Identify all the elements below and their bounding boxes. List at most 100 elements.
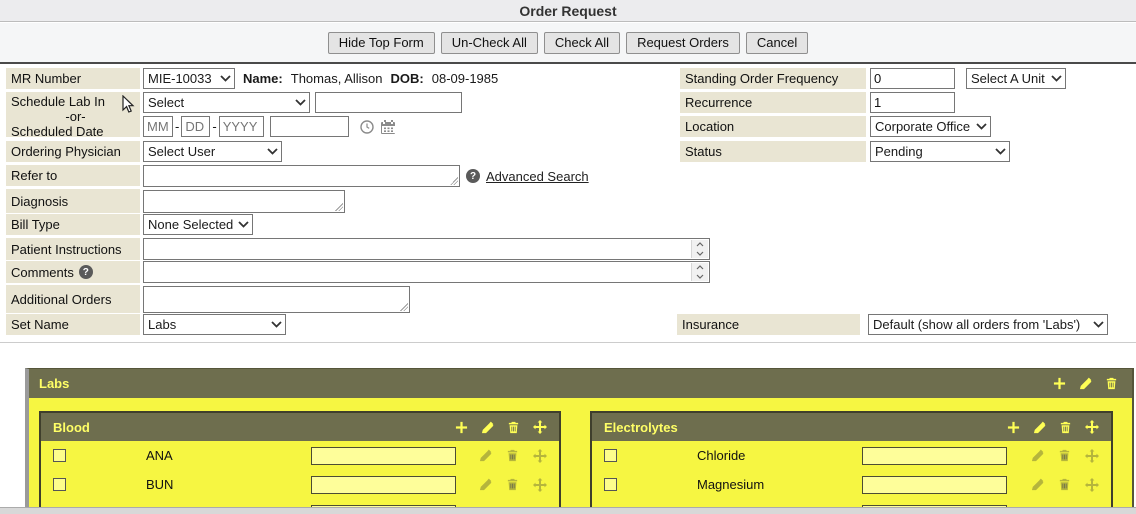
trash-icon[interactable] [1058, 478, 1071, 491]
ordering-physician-select[interactable]: Select User [143, 141, 282, 162]
trash-icon[interactable] [1058, 449, 1071, 462]
edit-icon[interactable] [479, 449, 492, 462]
edit-icon[interactable] [1031, 449, 1044, 462]
chevron-down-icon [238, 221, 249, 228]
lab-checkbox[interactable] [53, 449, 66, 462]
insurance-select[interactable]: Default (show all orders from 'Labs') [868, 314, 1108, 335]
help-icon[interactable]: ? [466, 169, 480, 183]
add-icon[interactable] [1053, 377, 1066, 390]
diagnosis-textarea[interactable] [143, 190, 345, 213]
lab-item-label: BUN [146, 477, 311, 492]
title-bar: Order Request [0, 0, 1136, 22]
status-label: Status [680, 141, 866, 162]
year-input[interactable]: YYYY [219, 116, 264, 137]
bottom-scroll-strip[interactable] [0, 507, 1136, 514]
edit-icon[interactable] [1031, 478, 1044, 491]
page-title: Order Request [519, 3, 616, 19]
cancel-button[interactable]: Cancel [746, 32, 808, 54]
status-select[interactable]: Pending [870, 141, 1010, 162]
lab-value-input[interactable] [862, 476, 1007, 494]
comments-textarea[interactable] [143, 261, 710, 283]
scrollbar[interactable] [691, 263, 708, 281]
bill-type-row: None Selected [143, 214, 253, 235]
check-all-button[interactable]: Check All [544, 32, 620, 54]
request-orders-button[interactable]: Request Orders [626, 32, 740, 54]
move-icon[interactable] [1085, 449, 1099, 463]
location-label: Location [680, 116, 866, 137]
insurance-label: Insurance [677, 314, 860, 335]
recurrence-row: 1 [870, 92, 955, 113]
chevron-down-icon [1051, 75, 1062, 82]
trash-icon[interactable] [506, 449, 519, 462]
hide-top-form-button[interactable]: Hide Top Form [328, 32, 435, 54]
trash-icon[interactable] [507, 421, 520, 434]
group-rows: Chloride Magnesium Potassium [592, 441, 1111, 514]
chevron-down-icon [976, 123, 987, 130]
group-header: Electrolytes [592, 413, 1111, 441]
recurrence-label: Recurrence [680, 92, 866, 113]
move-icon[interactable] [533, 420, 547, 434]
trash-icon[interactable] [1059, 421, 1072, 434]
patient-instructions-label: Patient Instructions [6, 238, 140, 260]
lab-value-input[interactable] [311, 476, 456, 494]
add-icon[interactable] [1007, 421, 1020, 434]
lab-checkbox[interactable] [604, 478, 617, 491]
help-icon[interactable]: ? [79, 265, 93, 279]
advanced-search-link[interactable]: Advanced Search [486, 169, 589, 184]
uncheck-all-button[interactable]: Un-Check All [441, 32, 538, 54]
group-rows: ANA BUN Calcium [41, 441, 559, 514]
chevron-down-icon [271, 321, 282, 328]
bill-type-select[interactable]: None Selected [143, 214, 253, 235]
chevron-down-icon [295, 99, 306, 106]
lab-item-label: ANA [146, 448, 311, 463]
chevron-down-icon [267, 148, 278, 155]
schedule-lab-in-input[interactable] [315, 92, 462, 113]
scrollbar[interactable] [691, 240, 708, 258]
status-row: Pending [870, 141, 1010, 162]
clock-icon[interactable] [360, 120, 374, 134]
location-select[interactable]: Corporate Office [870, 116, 991, 137]
patient-instructions-row [143, 238, 710, 260]
lab-checkbox[interactable] [604, 449, 617, 462]
dob-value: 08-09-1985 [432, 71, 499, 86]
trash-icon[interactable] [1105, 377, 1118, 390]
diagnosis-label: Diagnosis [6, 189, 140, 213]
move-icon[interactable] [1085, 478, 1099, 492]
order-request-page: Order Request Hide Top Form Un-Check All… [0, 0, 1136, 514]
mr-number-select[interactable]: MIE-10033 [143, 68, 235, 89]
lab-checkbox[interactable] [53, 478, 66, 491]
move-icon[interactable] [533, 478, 547, 492]
lab-value-input[interactable] [862, 447, 1007, 465]
frequency-unit-select[interactable]: Select A Unit [966, 68, 1066, 89]
trash-icon[interactable] [506, 478, 519, 491]
refer-to-input[interactable] [143, 165, 460, 187]
lab-value-input[interactable] [311, 447, 456, 465]
standing-order-frequency-row: 0 Select A Unit [870, 68, 1066, 89]
day-input[interactable]: DD [181, 116, 210, 137]
schedule-lab-in-select[interactable]: Select [143, 92, 310, 113]
recurrence-input[interactable]: 1 [870, 92, 955, 113]
calendar-icon[interactable] [381, 120, 396, 134]
ordering-physician-row: Select User [143, 141, 282, 162]
group-header: Blood [41, 413, 559, 441]
lab-item-label: Chloride [697, 448, 862, 463]
chevron-down-icon [1093, 321, 1104, 328]
group-title: Electrolytes [604, 420, 678, 435]
set-name-label: Set Name [6, 314, 140, 335]
time-input[interactable] [270, 116, 349, 137]
move-icon[interactable] [1085, 420, 1099, 434]
edit-icon[interactable] [479, 478, 492, 491]
standing-order-frequency-input[interactable]: 0 [870, 68, 955, 89]
edit-icon[interactable] [1079, 377, 1092, 390]
additional-orders-textarea[interactable] [143, 286, 410, 313]
add-icon[interactable] [455, 421, 468, 434]
comments-label: Comments ? [6, 261, 140, 283]
edit-icon[interactable] [1033, 421, 1046, 434]
lab-group-blood: Blood ANA BUN [39, 411, 561, 514]
month-input[interactable]: MM [143, 116, 173, 137]
move-icon[interactable] [533, 449, 547, 463]
set-name-select[interactable]: Labs [143, 314, 286, 335]
lab-order-row: Magnesium [592, 470, 1111, 499]
edit-icon[interactable] [481, 421, 494, 434]
patient-instructions-textarea[interactable] [143, 238, 710, 260]
